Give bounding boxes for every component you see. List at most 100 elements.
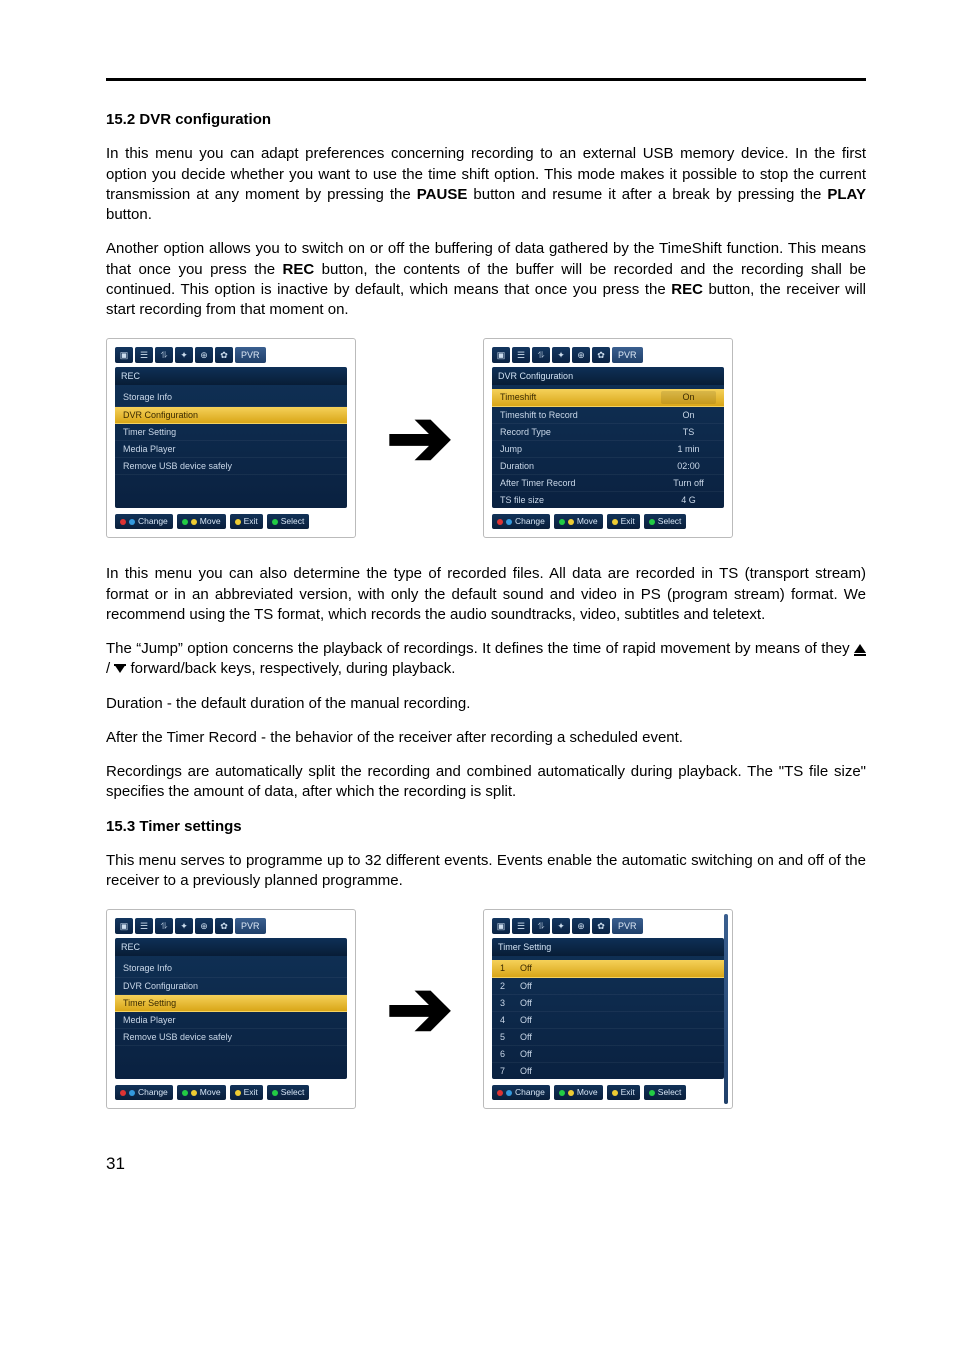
list-item[interactable]: Timer Setting [115,995,347,1012]
arrow-right-icon: ➔ [386,969,453,1049]
list-item-label: Timer Setting [123,997,339,1009]
list-item[interactable]: Storage Info [115,960,347,977]
hint-label: Select [658,1087,682,1098]
para-dvr-4: The “Jump” option concerns the playback … [106,639,866,680]
hint-change: Change [115,1085,173,1100]
tab-icon[interactable]: ☰ [512,347,530,363]
tab-icon[interactable]: ☰ [512,918,530,934]
tab-icon[interactable]: ▣ [492,918,510,934]
setting-row[interactable]: Duration02:00 [492,458,724,475]
hint-exit: Exit [607,1085,640,1100]
timer-row[interactable]: 7 Off [492,1063,724,1079]
tab-icon[interactable]: ▣ [492,347,510,363]
list-item[interactable]: Timer Setting [115,424,347,441]
hint-label: Change [138,1087,168,1098]
heading-dvr-config: 15.2 DVR configuration [106,110,866,130]
setting-key: Jump [500,443,655,455]
setting-row[interactable]: Jump 1 min [492,441,724,458]
list-item[interactable]: Remove USB device safely [115,458,347,475]
hint-select: Select [644,1085,687,1100]
timer-state: Off [520,1065,716,1077]
list-item[interactable]: DVR Configuration [115,407,347,424]
list-item-label: Storage Info [123,962,339,974]
hint-exit: Exit [230,1085,263,1100]
tab-icon[interactable]: ▣ [115,918,133,934]
list-item-label: Storage Info [123,391,339,403]
tab-bar: ▣ ☰ ⥮ ✦ ⊕ ✿ PVR [115,347,347,363]
hint-label: Move [577,1087,598,1098]
tab-bar: ▣ ☰ ⥮ ✦ ⊕ ✿ PVR [115,918,347,934]
para-timer-1: This menu serves to programme up to 32 d… [106,851,866,892]
tab-icon[interactable]: ⊕ [195,347,213,363]
hint-exit: Exit [607,514,640,529]
timer-row[interactable]: 3Off [492,995,724,1012]
page-content: 15.2 DVR configuration In this menu you … [0,0,954,1216]
setting-row[interactable]: Timeshift to RecordOn [492,407,724,424]
tab-active-pvr[interactable]: PVR [612,347,643,363]
tab-icon[interactable]: ✿ [215,347,233,363]
tab-active-pvr[interactable]: PVR [235,918,266,934]
timer-row[interactable]: 1Off [492,960,724,977]
hint-label: Exit [244,516,258,527]
figure-row-dvr: ▣ ☰ ⥮ ✦ ⊕ ✿ PVR REC Storage Info DVR Con… [106,338,866,538]
timer-state: Off [520,962,716,974]
setting-key: Duration [500,460,655,472]
window-title-dvr-config: DVR Configuration [492,367,724,385]
list-item[interactable]: Storage Info [115,389,347,406]
list-item-label: Media Player [123,443,339,455]
list-item[interactable]: DVR Configuration [115,978,347,995]
timer-row[interactable]: 6Off [492,1046,724,1063]
setting-key: After Timer Record [500,477,655,489]
hint-label: Exit [621,516,635,527]
tab-icon[interactable]: ✦ [175,347,193,363]
tab-icon[interactable]: ✿ [592,347,610,363]
tab-icon[interactable]: ✦ [552,347,570,363]
hint-change: Change [115,514,173,529]
timer-row[interactable]: 4Off [492,1012,724,1029]
para-dvr-6: After the Timer Record - the behavior of… [106,728,866,748]
list-item[interactable]: Media Player [115,441,347,458]
hint-exit: Exit [230,514,263,529]
tab-icon[interactable]: ▣ [115,347,133,363]
timer-row[interactable]: 2Off [492,978,724,995]
tab-bar: ▣ ☰ ⥮ ✦ ⊕ ✿ PVR [492,347,724,363]
tab-icon[interactable]: ☰ [135,918,153,934]
tab-icon[interactable]: ⥮ [155,347,173,363]
hint-select: Select [267,514,310,529]
tab-active-pvr[interactable]: PVR [235,347,266,363]
tab-icon[interactable]: ⊕ [572,918,590,934]
tab-icon[interactable]: ⥮ [155,918,173,934]
tab-icon[interactable]: ✦ [552,918,570,934]
timer-row[interactable]: 5 Off [492,1029,724,1046]
setting-row[interactable]: After Timer RecordTurn off [492,475,724,492]
setting-value: 1 min [661,443,716,455]
setting-row[interactable]: TimeshiftOn [492,389,724,406]
list-item-label: Remove USB device safely [123,460,339,472]
timer-num: 5 [500,1031,514,1043]
tab-icon[interactable]: ✿ [215,918,233,934]
text: The “Jump” option concerns the playback … [106,640,854,657]
tab-icon[interactable]: ☰ [135,347,153,363]
hint-label: Move [200,516,221,527]
rec-menu-list: Storage Info DVR Configuration Timer Set… [115,956,347,1078]
tab-icon[interactable]: ⊕ [195,918,213,934]
list-item[interactable]: Media Player [115,1012,347,1029]
tab-icon[interactable]: ⊕ [572,347,590,363]
hint-label: Change [515,1087,545,1098]
tab-icon[interactable]: ⥮ [532,918,550,934]
timer-state: Off [520,997,716,1009]
hint-move: Move [554,1085,603,1100]
timer-num: 7 [500,1065,514,1077]
tab-icon[interactable]: ⥮ [532,347,550,363]
text: button. [106,206,152,223]
tab-icon[interactable]: ✿ [592,918,610,934]
timer-state: Off [520,1031,716,1043]
timer-num: 4 [500,1014,514,1026]
setting-row[interactable]: Record TypeTS [492,424,724,441]
list-item[interactable]: Remove USB device safely [115,1029,347,1046]
tab-icon[interactable]: ✦ [175,918,193,934]
tab-active-pvr[interactable]: PVR [612,918,643,934]
tab-bar: ▣ ☰ ⥮ ✦ ⊕ ✿ PVR [492,918,724,934]
setting-row[interactable]: TS file size4 G [492,492,724,508]
hint-change: Change [492,1085,550,1100]
